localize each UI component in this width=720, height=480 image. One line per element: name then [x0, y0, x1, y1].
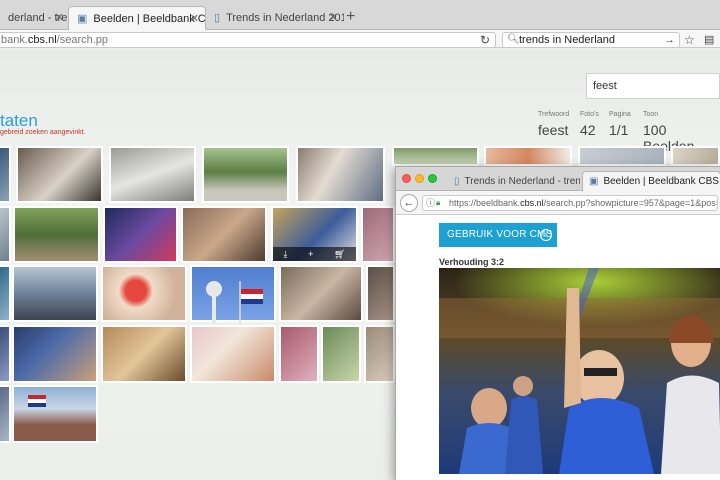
- photo-thumbnail[interactable]: [366, 265, 395, 322]
- front-tab-strip: ▯ Trends in Nederland - tren... ✕ ▣ Beel…: [396, 167, 720, 191]
- photo-detail-page: GEBRUIK VOOR CMS › Verhouding 3:2: [396, 215, 720, 480]
- url-prefix: bank.: [1, 34, 28, 46]
- url-prefix: https://beeldbank.: [449, 198, 521, 208]
- reload-icon[interactable]: ↻: [480, 33, 490, 47]
- tab-trends-in-nederland[interactable]: ▯ Trends in Nederland - tren... ✕: [448, 171, 580, 191]
- photo-thumbnail[interactable]: [190, 265, 276, 324]
- url-path: /search.pp: [56, 34, 109, 46]
- stat-value: 42: [580, 122, 596, 138]
- stat-label: Pagina: [609, 111, 631, 118]
- reader-icon[interactable]: ▤: [704, 33, 714, 46]
- tab-label: Beelden | Beeldbank CBS: [603, 176, 719, 187]
- tab-label: Trends in Nederland 2016: [226, 12, 344, 24]
- stat-value: feest: [538, 122, 569, 138]
- stat-page: Pagina 1/1: [609, 111, 631, 138]
- photo-thumbnail[interactable]: [202, 146, 289, 203]
- photo-thumbnail[interactable]: [279, 265, 363, 322]
- photo-actions: ⤓ + 🛒︎: [273, 247, 356, 261]
- chevron-right-icon: ›: [540, 229, 552, 241]
- photo-thumbnail[interactable]: [671, 146, 720, 166]
- info-icon[interactable]: ⓘ: [426, 196, 435, 210]
- tab-beeldbank[interactable]: ▣ Beelden | Beeldbank CBS ✕: [68, 6, 206, 30]
- photo-thumbnail[interactable]: [12, 265, 98, 322]
- dutch-flag-icon: [206, 281, 263, 324]
- front-browser-window: ▯ Trends in Nederland - tren... ✕ ▣ Beel…: [395, 166, 720, 480]
- photo-thumbnail[interactable]: [364, 325, 395, 383]
- doc-icon: ▯: [454, 175, 460, 187]
- stat-value: 1/1: [609, 122, 629, 138]
- search-icon: 🔍︎: [507, 34, 520, 45]
- photo-thumbnail[interactable]: [181, 206, 267, 263]
- tab-trends-left[interactable]: derland - tren... ✕: [0, 6, 70, 30]
- stat-label: Foto's: [580, 111, 599, 118]
- photo-thumbnail[interactable]: [321, 325, 361, 383]
- photo-thumbnail[interactable]: [0, 206, 11, 263]
- photo-thumbnail[interactable]: [484, 146, 572, 166]
- results-title: taten: [0, 111, 38, 130]
- front-address-bar[interactable]: ⓘ 🔒︎ https://beeldbank.cbs.nl/search.pp?…: [422, 195, 718, 211]
- cart-icon[interactable]: 🛒︎: [334, 249, 345, 260]
- photo-thumbnail[interactable]: [103, 206, 178, 263]
- keyword-search-input[interactable]: feest: [586, 73, 720, 99]
- photo-thumbnail[interactable]: [109, 146, 196, 203]
- photo-thumbnail[interactable]: [0, 385, 11, 443]
- url-domain: cbs.nl: [520, 198, 544, 208]
- go-arrow-icon[interactable]: →: [664, 33, 675, 47]
- page-icon: ▣: [77, 12, 88, 25]
- minimize-window-button[interactable]: [415, 174, 424, 183]
- use-for-cms-button[interactable]: GEBRUIK VOOR CMS ›: [439, 223, 557, 247]
- use-button-label: GEBRUIK VOOR CMS: [447, 229, 553, 240]
- photo-thumbnail[interactable]: [0, 146, 11, 203]
- address-bar[interactable]: bank.cbs.nl/search.pp: [0, 32, 496, 48]
- photo-thumbnail[interactable]: [296, 146, 385, 203]
- close-icon[interactable]: ✕: [329, 11, 338, 24]
- close-icon[interactable]: ✕: [190, 12, 199, 25]
- photo-thumbnail[interactable]: [392, 146, 479, 166]
- photo-thumbnail[interactable]: [12, 325, 98, 383]
- photo-thumbnail[interactable]: [101, 265, 187, 322]
- featured-photo[interactable]: [439, 268, 720, 474]
- photo-thumbnail[interactable]: [0, 325, 11, 383]
- dutch-flag-icon: [28, 395, 46, 407]
- back-nav-bar: bank.cbs.nl/search.pp ↻ 🔍︎ trends in Ned…: [0, 30, 720, 48]
- keyword-value: feest: [593, 80, 617, 92]
- url-path: /search.pp?showpicture=957&page=1&pos=14: [543, 198, 718, 208]
- tab-beeldbank-active[interactable]: ▣ Beelden | Beeldbank CBS ✕: [582, 171, 720, 191]
- lock-icon: 🔒︎: [436, 198, 441, 207]
- zoom-window-button[interactable]: [428, 174, 437, 183]
- photo-thumbnail[interactable]: [190, 325, 276, 383]
- download-icon[interactable]: ⤓: [283, 249, 287, 260]
- photo-thumbnail[interactable]: [578, 146, 666, 166]
- photo-thumbnail[interactable]: [0, 265, 11, 322]
- photo-thumbnail[interactable]: ⤓ + 🛒︎: [271, 206, 358, 263]
- photo-thumbnail[interactable]: [16, 146, 103, 203]
- close-icon[interactable]: ✕: [55, 11, 64, 24]
- page-icon: ▣: [589, 176, 599, 187]
- photo-thumbnail[interactable]: [101, 325, 187, 383]
- browser-search-input[interactable]: 🔍︎ trends in Nederland →: [502, 32, 680, 48]
- back-arrow-icon[interactable]: ←: [400, 194, 418, 212]
- stat-keyword: Trefwoord feest: [538, 111, 569, 138]
- close-window-button[interactable]: [402, 174, 411, 183]
- stat-label: Toon: [643, 111, 659, 118]
- add-icon[interactable]: +: [308, 249, 313, 259]
- stat-photos: Foto's 42: [580, 111, 599, 138]
- back-tab-strip: derland - tren... ✕ ▣ Beelden | Beeldban…: [0, 0, 720, 30]
- photo-thumbnail[interactable]: [279, 325, 319, 383]
- photo-thumbnail[interactable]: [361, 206, 395, 263]
- stat-label: Trefwoord: [538, 111, 570, 118]
- results-subtitle: gebreid zoeken aangevinkt.: [0, 129, 86, 136]
- photo-thumbnail[interactable]: [12, 385, 98, 443]
- search-value: trends in Nederland: [519, 34, 616, 46]
- front-nav-bar: ← ⓘ 🔒︎ https://beeldbank.cbs.nl/search.p…: [396, 191, 720, 215]
- star-icon[interactable]: ☆: [684, 33, 695, 47]
- tab-label: Trends in Nederland - tren...: [464, 175, 580, 187]
- photo-thumbnail[interactable]: [13, 206, 100, 263]
- doc-icon: ▯: [214, 12, 221, 24]
- new-tab-button[interactable]: +: [346, 8, 355, 26]
- tab-trends-2016[interactable]: ▯ Trends in Nederland 2016 ✕: [206, 6, 344, 30]
- aspect-ratio-label: Verhouding 3:2: [439, 257, 505, 267]
- url-domain: cbs.nl: [27, 34, 57, 46]
